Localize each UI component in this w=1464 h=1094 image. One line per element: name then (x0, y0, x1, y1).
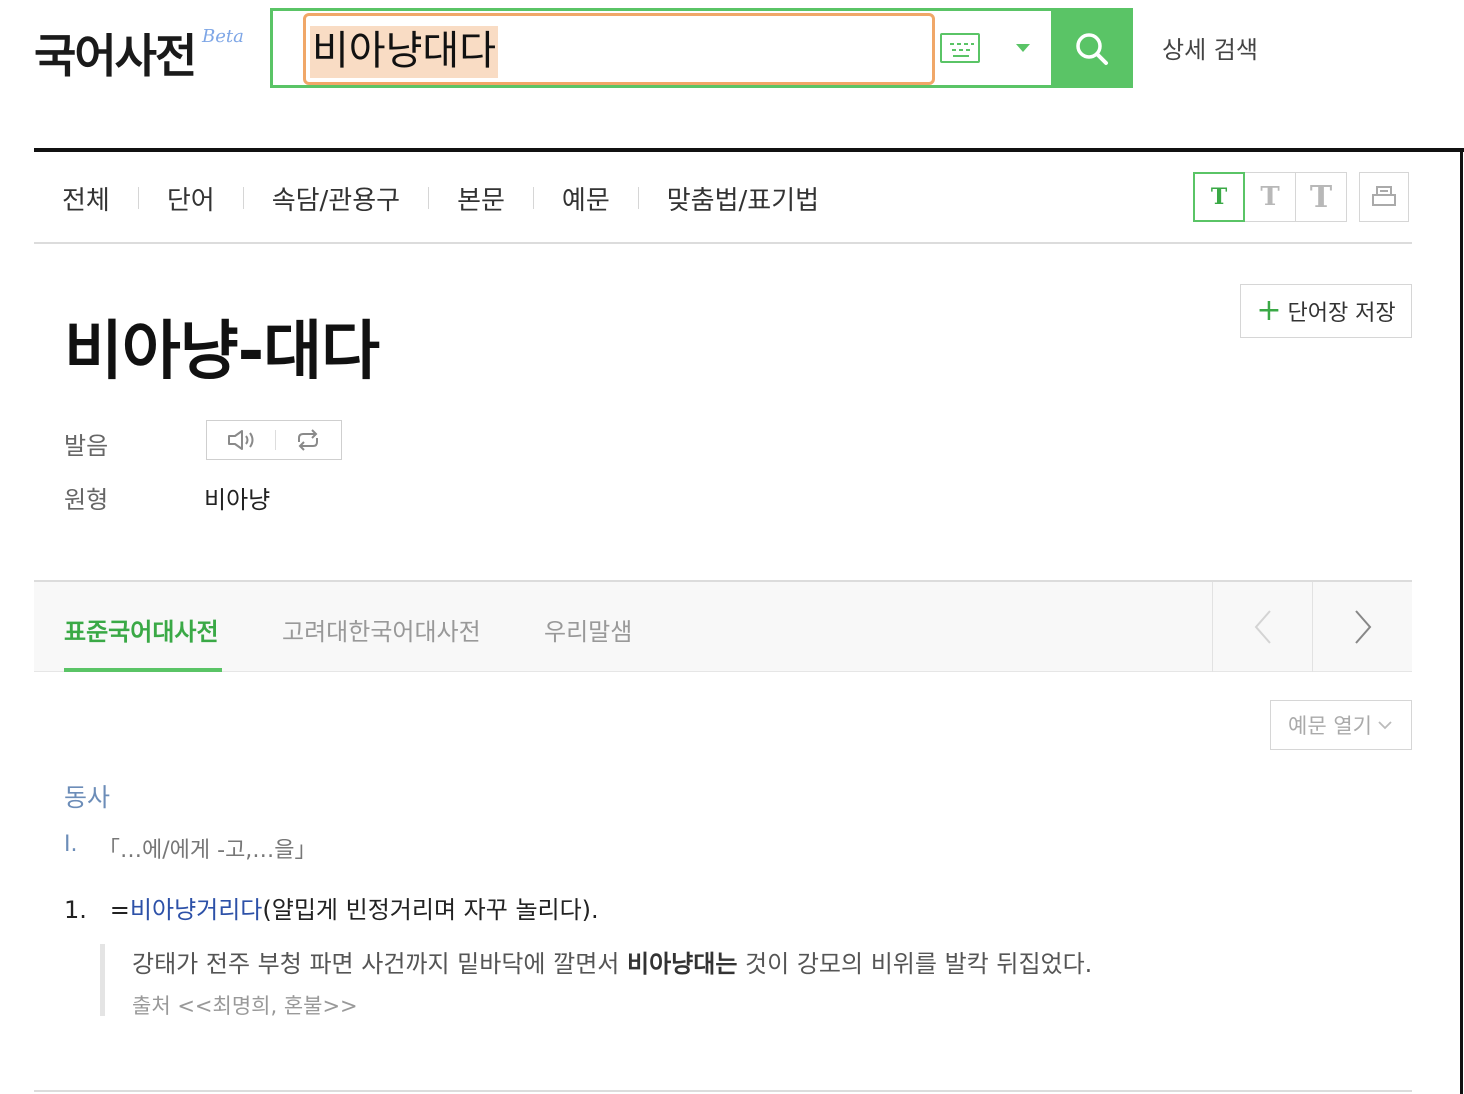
example-quote-bar (100, 944, 105, 1016)
category-spelling[interactable]: 맞춤법/표기법 (667, 180, 819, 217)
search-input-value: 비아냥대다 (310, 26, 498, 78)
category-separator (137, 187, 139, 209)
font-size-controls: T T T (1193, 172, 1409, 222)
definition-number: 1. (64, 896, 87, 924)
dictionary-tabs: 표준국어대사전 고려대한국어대사전 우리말샘 (34, 580, 1412, 672)
section-divider (34, 1090, 1412, 1092)
example-sentence: 강태가 전주 부청 파면 사건까지 밑바닥에 깔면서 비아냥대는 것이 강모의 … (132, 944, 1092, 979)
category-idiom[interactable]: 속담/관용구 (272, 180, 400, 217)
page-right-border (1460, 148, 1463, 1094)
tab-korea-univ-dictionary[interactable]: 고려대한국어대사전 (282, 612, 481, 647)
category-nav: 전체 단어 속담/관용구 본문 예문 맞춤법/표기법 (62, 180, 819, 216)
font-size-small-button[interactable]: T (1193, 172, 1245, 222)
category-separator (242, 187, 244, 209)
example-highlight: 비아냥대는 (627, 950, 738, 978)
tabs-next-button[interactable] (1312, 582, 1412, 672)
search-bar: 비아냥대다 (270, 8, 1133, 88)
category-separator (428, 187, 430, 209)
save-to-wordbook-label: 단어장 저장 (1287, 301, 1396, 326)
search-button[interactable] (1051, 8, 1133, 88)
pronunciation-controls (206, 420, 342, 460)
category-text[interactable]: 본문 (457, 180, 505, 217)
base-form-label: 원형 (64, 486, 109, 514)
chevron-down-icon[interactable] (1016, 44, 1030, 52)
font-size-medium-button[interactable]: T (1244, 172, 1296, 222)
font-size-large-button[interactable]: T (1295, 172, 1347, 222)
definition-prefix: = (109, 896, 130, 924)
tab-standard-dictionary[interactable]: 표준국어대사전 (64, 612, 219, 647)
plus-icon: + (1256, 293, 1282, 328)
category-separator (532, 187, 534, 209)
save-to-wordbook-button[interactable]: + 단어장 저장 (1240, 284, 1412, 338)
base-form-value[interactable]: 비아냥 (204, 480, 270, 515)
definition-link[interactable]: 비아냥거리다 (130, 896, 262, 924)
chevron-left-icon (1254, 610, 1271, 644)
chevron-down-icon (1378, 721, 1392, 730)
print-button[interactable] (1359, 172, 1409, 222)
example-text-before: 강태가 전주 부청 파면 사건까지 밑바닥에 깔면서 (132, 950, 628, 978)
search-input[interactable]: 비아냥대다 (303, 13, 935, 85)
part-of-speech: 동사 (64, 783, 111, 812)
definition-text: (얄밉게 빈정거리며 자꾸 놀리다). (262, 896, 599, 924)
detail-search-link[interactable]: 상세 검색 (1162, 30, 1258, 65)
example-text-after: 것이 강모의 비위를 발칵 뒤집었다. (737, 950, 1093, 978)
show-examples-label: 예문 열기 (1288, 714, 1372, 738)
category-word[interactable]: 단어 (167, 180, 215, 217)
pronunciation-separator (274, 430, 276, 450)
sense-number: Ⅰ. (64, 832, 78, 857)
header-divider (34, 148, 1464, 152)
headword: 비아냥-대다 (64, 315, 380, 389)
speaker-icon[interactable] (226, 428, 258, 452)
nav-divider (34, 242, 1412, 244)
pronunciation-label: 발음 (64, 432, 109, 460)
tabs-prev-button[interactable] (1212, 582, 1312, 672)
sentence-pattern: 「…에/에게 -고,…을」 (98, 838, 317, 863)
site-logo[interactable]: 국어사전 (34, 20, 197, 86)
example-source: 출처 <<최명희, 혼불>> (132, 994, 358, 1018)
repeat-icon[interactable] (293, 428, 323, 452)
print-icon (1372, 186, 1396, 206)
keyboard-icon[interactable] (940, 33, 980, 63)
tab-urimalsaem[interactable]: 우리말샘 (544, 612, 632, 647)
beta-badge: Beta (202, 26, 244, 47)
chevron-right-icon (1354, 610, 1371, 644)
active-tab-indicator (64, 668, 222, 672)
category-all[interactable]: 전체 (62, 180, 110, 217)
category-separator (637, 187, 639, 209)
category-example[interactable]: 예문 (562, 180, 610, 217)
definition: 1. =비아냥거리다(얄밉게 빈정거리며 자꾸 놀리다). (64, 890, 599, 925)
show-examples-button[interactable]: 예문 열기 (1270, 700, 1412, 750)
search-icon (1076, 33, 1108, 65)
